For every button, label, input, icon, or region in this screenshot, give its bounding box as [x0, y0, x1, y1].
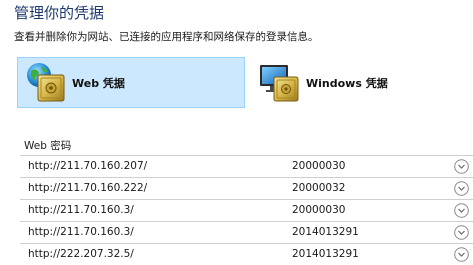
web-passwords-section-label: Web 密码: [24, 140, 72, 152]
page-title: 管理你的凭据: [14, 4, 105, 22]
web-credentials-tab[interactable]: Web 凭据: [17, 57, 245, 108]
chevron-down-icon[interactable]: [454, 181, 469, 196]
credential-url: http://211.70.160.3/: [28, 226, 134, 238]
credential-row[interactable]: http://211.70.160.3/ 2014013291: [20, 221, 473, 243]
page-description: 查看并删除你为网站、已连接的应用程序和网络保存的登录信息。: [14, 31, 319, 43]
credential-url: http://222.207.32.5/: [28, 248, 134, 260]
windows-credentials-tab[interactable]: Windows 凭据: [251, 57, 469, 108]
web-credentials-label: Web 凭据: [72, 76, 125, 90]
credential-row[interactable]: http://211.70.160.3/ 20000030: [20, 199, 473, 221]
credential-url: http://211.70.160.207/: [28, 160, 148, 172]
chevron-down-icon[interactable]: [454, 203, 469, 218]
credential-username: 2014013291: [292, 226, 359, 238]
credential-username: 2014013291: [292, 248, 359, 260]
windows-credentials-label: Windows 凭据: [306, 76, 388, 90]
credentials-list: http://211.70.160.207/ 20000030 http://2…: [20, 155, 473, 265]
credential-row[interactable]: http://211.70.160.207/ 20000030: [20, 155, 473, 177]
globe-safe-icon: [27, 62, 65, 101]
credential-row[interactable]: http://211.70.160.222/ 20000032: [20, 177, 473, 199]
chevron-down-icon[interactable]: [454, 159, 469, 174]
chevron-down-icon[interactable]: [454, 225, 469, 240]
credential-username: 20000030: [292, 204, 346, 216]
credential-username: 20000030: [292, 160, 346, 172]
credential-url: http://211.70.160.222/: [28, 182, 148, 194]
monitor-safe-icon: [260, 64, 299, 101]
credential-row[interactable]: http://222.207.32.5/ 2014013291: [20, 243, 473, 265]
credential-username: 20000032: [292, 182, 346, 194]
credential-url: http://211.70.160.3/: [28, 204, 134, 216]
